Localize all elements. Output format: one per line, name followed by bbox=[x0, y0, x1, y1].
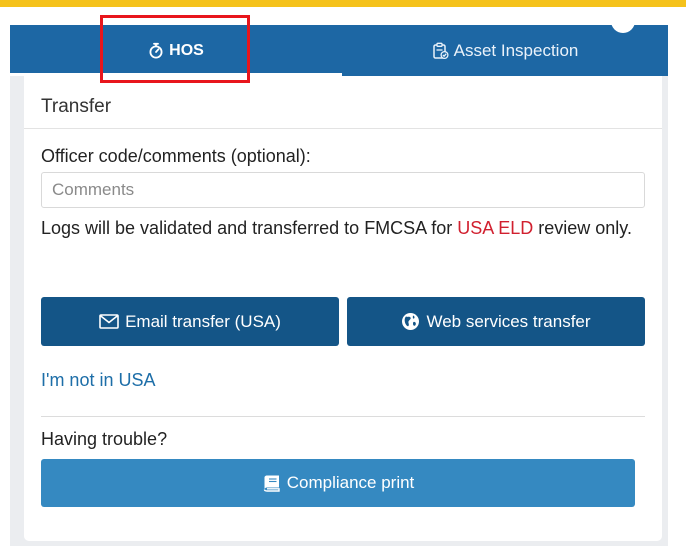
tab-hos-label: HOS bbox=[169, 41, 204, 59]
not-in-usa-link[interactable]: I'm not in USA bbox=[41, 370, 155, 391]
tab-asset-inspection-label: Asset Inspection bbox=[453, 40, 579, 60]
accent-strip bbox=[0, 0, 686, 7]
tab-hos[interactable]: HOS bbox=[10, 25, 342, 76]
section-divider bbox=[41, 416, 645, 417]
compliance-print-label: Compliance print bbox=[286, 473, 415, 492]
clipboard-check-icon bbox=[432, 42, 449, 59]
tab-bar: HOS Asset Inspection bbox=[10, 25, 668, 76]
email-transfer-label: Email transfer (USA) bbox=[125, 311, 281, 331]
card-title: Transfer bbox=[41, 96, 112, 117]
transfer-notice: Logs will be validated and transferred t… bbox=[41, 216, 651, 241]
title-divider bbox=[24, 128, 662, 129]
envelope-icon bbox=[99, 314, 119, 329]
transfer-card: Transfer Officer code/comments (optional… bbox=[24, 76, 662, 541]
web-services-transfer-label: Web services transfer bbox=[426, 311, 591, 331]
having-trouble-label: Having trouble? bbox=[41, 429, 168, 449]
compliance-print-button[interactable]: Compliance print bbox=[41, 459, 635, 507]
globe-icon bbox=[402, 313, 420, 330]
stopwatch-icon bbox=[149, 42, 163, 59]
notice-text-end: review only. bbox=[533, 218, 632, 238]
comments-label: Officer code/comments (optional): bbox=[41, 146, 311, 166]
web-services-transfer-button[interactable]: Web services transfer bbox=[347, 297, 645, 346]
comments-input[interactable] bbox=[41, 172, 645, 208]
book-icon bbox=[263, 475, 280, 492]
notice-text-start: Logs will be validated and transferred t… bbox=[41, 218, 458, 238]
usa-eld-text: USA ELD bbox=[457, 218, 534, 238]
email-transfer-button[interactable]: Email transfer (USA) bbox=[41, 297, 339, 346]
